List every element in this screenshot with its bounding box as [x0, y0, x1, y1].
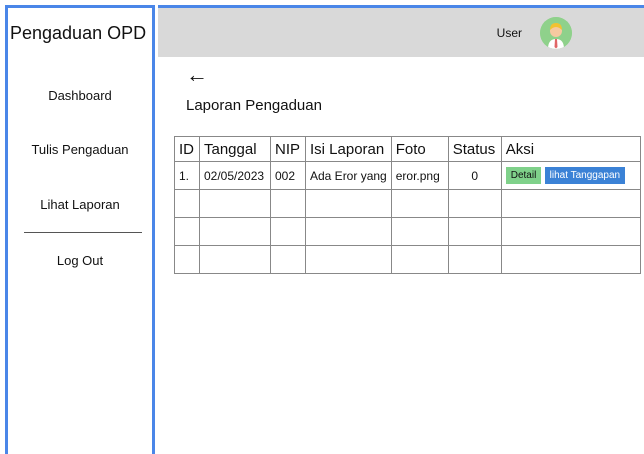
cell-tanggal: 02/05/2023	[199, 161, 271, 190]
empty-cell	[390, 217, 449, 246]
empty-cell	[447, 245, 502, 274]
empty-cell	[174, 245, 200, 274]
table-header-row: ID Tanggal NIP Isi Laporan Foto Status A…	[174, 136, 641, 162]
empty-cell	[500, 217, 641, 246]
empty-cell	[199, 217, 271, 246]
empty-cell	[174, 189, 200, 218]
lihat-tanggapan-button[interactable]: lihat Tanggapan	[544, 167, 626, 184]
cell-nip: 002	[270, 161, 306, 190]
empty-cell	[500, 189, 641, 218]
page-title: Laporan Pengaduan	[186, 97, 322, 114]
empty-cell	[270, 245, 306, 274]
app-title: Pengaduan OPD	[10, 23, 147, 43]
empty-cell	[199, 245, 271, 274]
sidebar-item-tulis-pengaduan[interactable]: Tulis Pengaduan	[8, 142, 152, 157]
user-avatar-icon[interactable]	[540, 17, 572, 49]
empty-cell	[447, 189, 502, 218]
back-arrow-icon[interactable]: ←	[186, 64, 208, 86]
sidebar-item-lihat-laporan[interactable]: Lihat Laporan	[8, 197, 152, 212]
sidebar: Pengaduan OPD Dashboard Tulis Pengaduan …	[5, 5, 155, 454]
column-header-nip: NIP	[270, 136, 306, 162]
sidebar-item-dashboard[interactable]: Dashboard	[8, 88, 152, 103]
table-row-empty	[174, 217, 641, 246]
empty-cell	[305, 245, 392, 274]
empty-cell	[390, 245, 449, 274]
table-row-empty	[174, 245, 641, 274]
cell-aksi: Detail lihat Tanggapan	[500, 161, 641, 190]
table-row-empty	[174, 189, 641, 218]
empty-cell	[199, 189, 271, 218]
cell-status: 0	[447, 161, 502, 190]
empty-cell	[270, 217, 306, 246]
empty-cell	[174, 217, 200, 246]
table-row: 1. 02/05/2023 002 Ada Eror yang eror.png…	[174, 161, 641, 190]
empty-cell	[447, 217, 502, 246]
user-label: User	[496, 26, 522, 40]
top-bar: User	[158, 5, 644, 57]
column-header-foto: Foto	[390, 136, 449, 162]
column-header-tanggal: Tanggal	[199, 136, 271, 162]
column-header-status: Status	[447, 136, 502, 162]
empty-cell	[270, 189, 306, 218]
column-header-id: ID	[174, 136, 200, 162]
detail-button[interactable]: Detail	[505, 167, 542, 184]
report-table: ID Tanggal NIP Isi Laporan Foto Status A…	[174, 136, 641, 274]
sidebar-item-log-out[interactable]: Log Out	[8, 253, 152, 268]
app-window: Pengaduan OPD Dashboard Tulis Pengaduan …	[0, 0, 644, 454]
cell-isi-laporan: Ada Eror yang	[305, 161, 392, 190]
column-header-isi-laporan: Isi Laporan	[305, 136, 392, 162]
empty-cell	[500, 245, 641, 274]
empty-cell	[305, 217, 392, 246]
column-header-aksi: Aksi	[500, 136, 641, 162]
cell-id: 1.	[174, 161, 200, 190]
sidebar-divider	[24, 232, 142, 233]
empty-cell	[305, 189, 392, 218]
empty-cell	[390, 189, 449, 218]
cell-foto: eror.png	[390, 161, 449, 190]
